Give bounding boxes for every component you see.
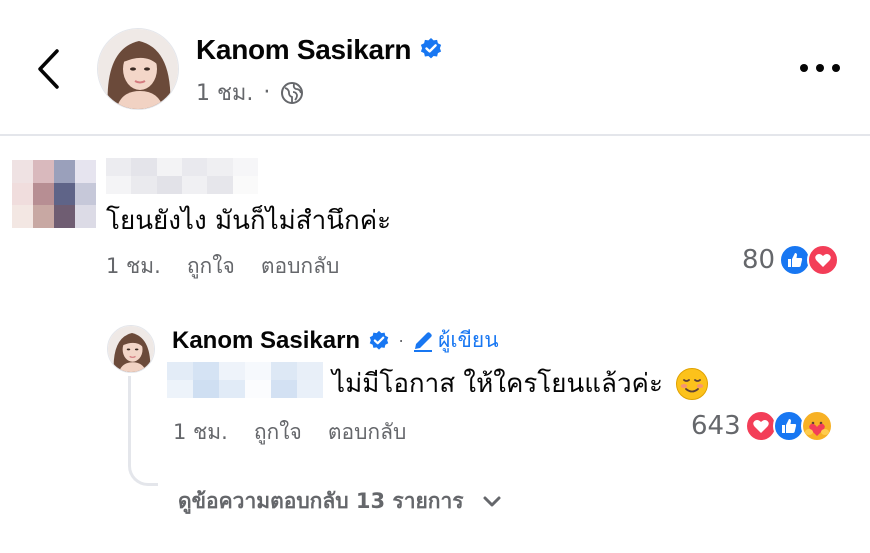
author-avatar[interactable]: [97, 28, 179, 110]
reply-actions: 1 ชม. ถูกใจ ตอบกลับ: [173, 416, 406, 449]
post-author-label: Kanom Sasikarn: [196, 34, 412, 65]
verified-badge-icon: [369, 330, 389, 350]
comment-time[interactable]: 1 ชม.: [106, 250, 161, 283]
reaction-count: 643: [691, 411, 741, 441]
mentioned-user-pixelated[interactable]: [167, 362, 323, 398]
reply-reactions[interactable]: 643: [691, 410, 833, 442]
view-more-replies-label: ดูข้อความตอบกลับ 13 รายการ: [178, 489, 464, 513]
post-author-name[interactable]: Kanom Sasikarn: [196, 34, 443, 66]
verified-badge-icon: [421, 37, 442, 59]
more-horizontal-icon-dot: [832, 64, 840, 72]
care-reaction-icon: [800, 410, 833, 442]
reply-author-name[interactable]: Kanom Sasikarn · ผู้เขียน: [172, 324, 499, 357]
comment-actions: 1 ชม. ถูกใจ ตอบกลับ: [106, 250, 339, 283]
back-button[interactable]: [30, 44, 66, 94]
reply-author-avatar[interactable]: [107, 325, 155, 373]
post-time[interactable]: 1 ชม.: [196, 75, 253, 110]
author-badge-label: ผู้เขียน: [438, 329, 499, 352]
comment-reactions[interactable]: 80: [742, 244, 840, 276]
reply-reply-button[interactable]: ตอบกลับ: [328, 416, 407, 449]
love-reaction-icon: [744, 410, 777, 442]
reply-text-content: ไม่มีโอกาส ให้ใครโยนแล้วค่ะ: [332, 369, 663, 399]
header-divider: [0, 134, 870, 136]
chevron-left-icon: [38, 49, 59, 89]
more-horizontal-icon-dot: [816, 64, 824, 72]
name-separator: ·: [398, 330, 405, 350]
smiling-face-emoji: [675, 367, 709, 401]
reply-thread-line: [128, 376, 158, 486]
pencil-icon: [414, 331, 433, 352]
chevron-down-icon: [483, 496, 501, 506]
commenter-name-pixelated[interactable]: [106, 158, 258, 194]
more-horizontal-icon-dot: [800, 64, 808, 72]
meta-separator: ·: [263, 80, 271, 105]
reply-button[interactable]: ตอบกลับ: [261, 250, 340, 283]
more-options-button[interactable]: [800, 56, 840, 80]
post-header: Kanom Sasikarn 1 ชม. ·: [0, 0, 870, 134]
like-reaction-icon: [772, 410, 805, 442]
reaction-count: 80: [742, 245, 776, 275]
globe-icon: [281, 81, 304, 104]
reply-author-label: Kanom Sasikarn: [172, 326, 361, 354]
post-meta: 1 ชม. ·: [196, 75, 304, 110]
view-more-replies-button[interactable]: ดูข้อความตอบกลับ 13 รายการ: [178, 485, 502, 518]
comment-text: โยนยังไง มันก็ไม่สำนึกค่ะ: [106, 206, 392, 236]
commenter-avatar-pixelated[interactable]: [12, 160, 96, 229]
reply-time[interactable]: 1 ชม.: [173, 416, 228, 449]
reply-like-button[interactable]: ถูกใจ: [254, 416, 302, 449]
like-button[interactable]: ถูกใจ: [187, 250, 235, 283]
reply-text: ไม่มีโอกาส ให้ใครโยนแล้วค่ะ: [332, 363, 709, 404]
love-reaction-icon: [807, 244, 840, 276]
author-badge: ผู้เขียน: [412, 324, 499, 357]
